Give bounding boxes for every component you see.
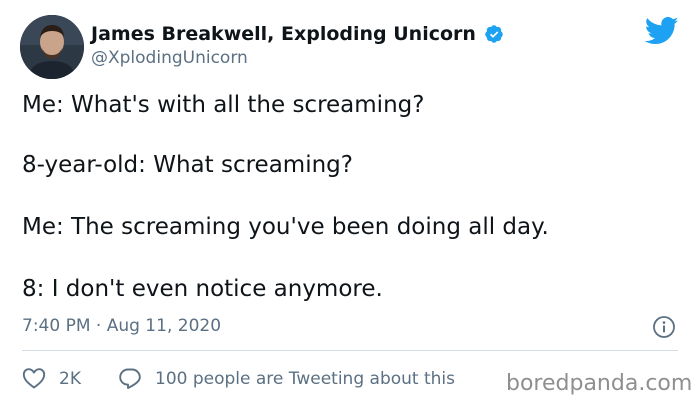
tweet-text-line: Me: The screaming you've been doing all … bbox=[22, 214, 549, 240]
tweeting-about-link[interactable]: 100 people are Tweeting about this bbox=[155, 367, 455, 391]
handle[interactable]: @XplodingUnicorn bbox=[91, 47, 248, 69]
tweet-card: James Breakwell, Exploding Unicorn @Xplo… bbox=[0, 0, 700, 406]
watermark: boredpanda.com bbox=[506, 371, 693, 396]
like-count[interactable]: 2K bbox=[59, 367, 81, 391]
avatar[interactable] bbox=[20, 15, 84, 79]
divider bbox=[22, 350, 678, 351]
heart-icon[interactable] bbox=[22, 367, 46, 389]
verified-badge-icon bbox=[485, 25, 503, 43]
tweet-text-line: 8: I don't even notice anymore. bbox=[22, 276, 383, 302]
speech-bubble-icon[interactable] bbox=[118, 366, 142, 390]
twitter-bird-icon[interactable] bbox=[645, 16, 679, 46]
avatar-photo bbox=[20, 15, 84, 79]
info-icon[interactable] bbox=[652, 315, 676, 339]
tweet-text-line: 8-year-old: What screaming? bbox=[22, 152, 353, 178]
display-name[interactable]: James Breakwell, Exploding Unicorn bbox=[91, 22, 476, 46]
tweet-text-line: Me: What's with all the screaming? bbox=[22, 92, 425, 118]
tweet-timestamp[interactable]: 7:40 PM · Aug 11, 2020 bbox=[22, 314, 221, 338]
